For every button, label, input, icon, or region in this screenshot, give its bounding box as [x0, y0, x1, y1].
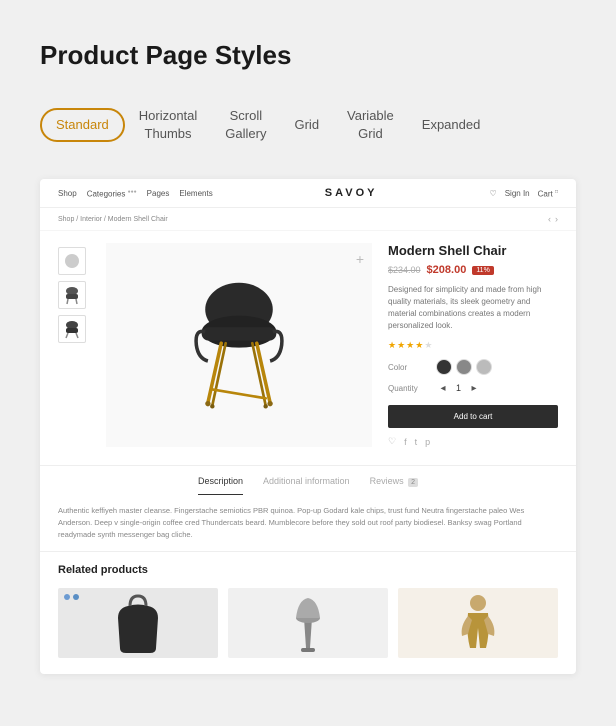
nav-elements[interactable]: Elements: [179, 189, 212, 198]
related-lamp-svg: [268, 588, 348, 658]
store-nav-left: Shop Categories ●●● Pages Elements: [58, 189, 213, 199]
color-label: Color: [388, 363, 428, 372]
page-wrapper: Product Page Styles Standard HorizontalT…: [0, 0, 616, 704]
reviews-badge: 2: [408, 478, 418, 487]
discount-badge: 11%: [472, 266, 494, 275]
color-swatch-mid[interactable]: [456, 359, 472, 375]
cart-link[interactable]: Cart □: [538, 189, 558, 199]
thumbnail-sidebar: [58, 243, 90, 447]
related-figurine-svg: [438, 588, 518, 658]
star-3: ★: [406, 340, 414, 351]
tab-horizontal-thumbs[interactable]: HorizontalThumbs: [125, 101, 212, 149]
store-nav-right: ♡ Sign In Cart □: [490, 189, 558, 199]
product-name: Modern Shell Chair: [388, 243, 558, 258]
wishlist-action-icon[interactable]: ♡: [388, 436, 396, 447]
quantity-label: Quantity: [388, 384, 428, 393]
pinterest-icon[interactable]: p: [425, 437, 430, 447]
facebook-icon[interactable]: f: [404, 437, 407, 447]
thumb-chair-svg-1: [61, 284, 83, 306]
desc-tab-description[interactable]: Description: [198, 476, 243, 495]
color-swatch-dark[interactable]: [436, 359, 452, 375]
tab-standard[interactable]: Standard: [40, 108, 125, 142]
action-icons: ♡ f t p: [388, 436, 558, 447]
quantity-increase[interactable]: ▸: [467, 381, 481, 395]
related-bag-svg: [98, 588, 178, 658]
signin-link[interactable]: Sign In: [505, 189, 530, 198]
price-new: $208.00: [427, 264, 467, 276]
thumb-2[interactable]: [58, 281, 86, 309]
add-to-cart-button[interactable]: Add to cart: [388, 405, 558, 428]
store-nav: Shop Categories ●●● Pages Elements SAVOY…: [40, 179, 576, 208]
dot-blue-dark: [73, 594, 79, 600]
star-5: ★: [424, 340, 432, 351]
desc-tab-additional[interactable]: Additional information: [263, 476, 350, 495]
twitter-icon[interactable]: t: [415, 437, 418, 447]
description-text: Authentic keffiyeh master cleanse. Finge…: [40, 495, 576, 552]
thumb-1[interactable]: [58, 247, 86, 275]
star-rating: ★ ★ ★ ★ ★: [388, 340, 558, 351]
zoom-icon[interactable]: +: [356, 251, 364, 267]
tab-variable-grid[interactable]: VariableGrid: [333, 101, 408, 149]
prev-icon[interactable]: ‹: [548, 214, 551, 224]
nav-shop[interactable]: Shop: [58, 189, 77, 198]
tab-expanded[interactable]: Expanded: [408, 110, 495, 140]
color-options: [436, 359, 492, 375]
related-section: Related products: [40, 552, 576, 674]
store-logo: SAVOY: [325, 187, 378, 199]
desc-tab-reviews[interactable]: Reviews 2: [370, 476, 418, 495]
next-icon[interactable]: ›: [555, 214, 558, 224]
related-item-3[interactable]: [398, 588, 558, 658]
nav-pages[interactable]: Pages: [147, 189, 170, 198]
product-image-main: +: [106, 243, 372, 447]
description-tabs: Description Additional information Revie…: [40, 465, 576, 495]
thumb-chair-svg-2: [61, 318, 83, 340]
breadcrumb-text: Shop / Interior / Modern Shell Chair: [58, 216, 168, 223]
wishlist-icon[interactable]: ♡: [490, 189, 497, 198]
related-grid: [58, 588, 558, 658]
quantity-value: 1: [456, 383, 461, 393]
price-old: $234.00: [388, 265, 421, 275]
price-row: $234.00 $208.00 11%: [388, 264, 558, 276]
dot-blue: [64, 594, 70, 600]
page-title: Product Page Styles: [40, 40, 576, 71]
thumb-3[interactable]: [58, 315, 86, 343]
related-item-dots-1: [64, 594, 79, 600]
style-tabs: Standard HorizontalThumbs ScrollGallery …: [40, 101, 576, 149]
preview-card: Shop Categories ●●● Pages Elements SAVOY…: [40, 179, 576, 674]
related-title: Related products: [58, 564, 558, 576]
breadcrumb: Shop / Interior / Modern Shell Chair ‹ ›: [40, 208, 576, 231]
star-4: ★: [415, 340, 423, 351]
quantity-row: Quantity ◂ 1 ▸: [388, 381, 558, 395]
product-info: Modern Shell Chair $234.00 $208.00 11% D…: [388, 243, 558, 447]
related-item-2[interactable]: [228, 588, 388, 658]
related-item-1[interactable]: [58, 588, 218, 658]
nav-categories[interactable]: Categories ●●●: [87, 189, 137, 199]
quantity-controls: ◂ 1 ▸: [436, 381, 481, 395]
star-2: ★: [397, 340, 405, 351]
quantity-decrease[interactable]: ◂: [436, 381, 450, 395]
tab-scroll-gallery[interactable]: ScrollGallery: [211, 101, 280, 149]
thumb-circle: [65, 254, 79, 268]
product-area: +: [40, 231, 576, 465]
tab-grid[interactable]: Grid: [280, 110, 333, 140]
color-row: Color: [388, 359, 558, 375]
star-1: ★: [388, 340, 396, 351]
product-description: Designed for simplicity and made from hi…: [388, 284, 558, 332]
color-swatch-light[interactable]: [476, 359, 492, 375]
chair-image: [179, 265, 299, 425]
